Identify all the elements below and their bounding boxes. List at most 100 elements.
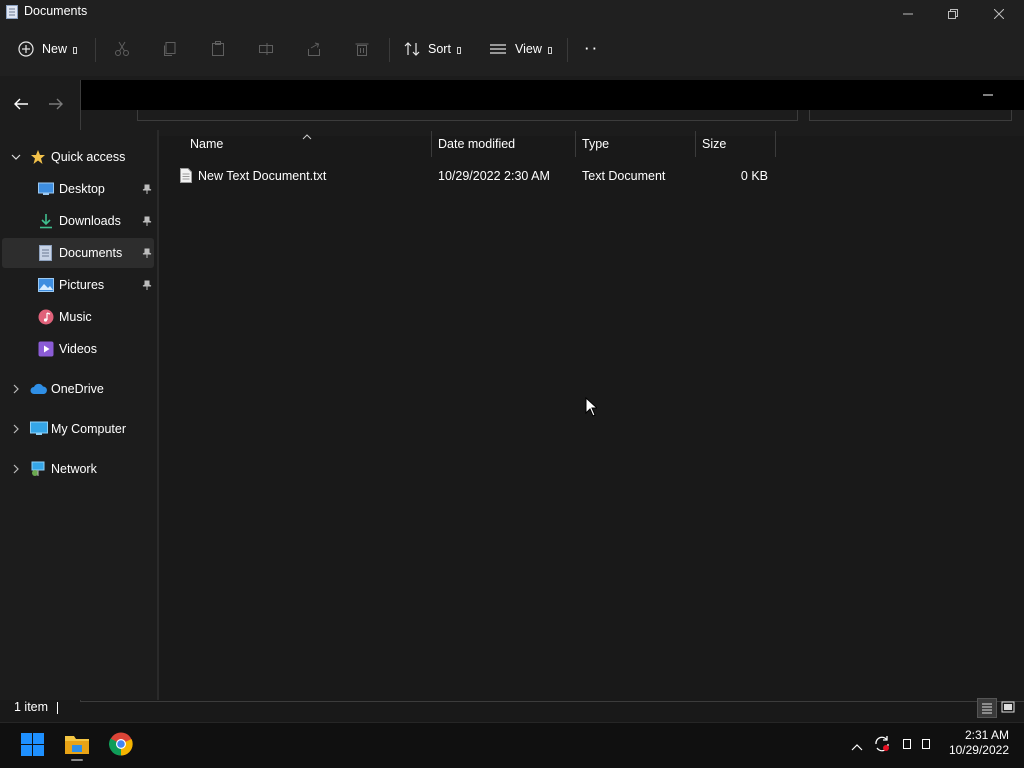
column-divider[interactable]: [775, 131, 776, 157]
close-button[interactable]: [976, 0, 1022, 28]
view-label: View: [515, 42, 542, 56]
sidebar-item-quick-access[interactable]: Quick access: [2, 142, 154, 172]
sidebar-item-my-computer[interactable]: My Computer: [2, 414, 154, 444]
sidebar-item-videos[interactable]: Videos: [2, 334, 154, 364]
column-header-type[interactable]: Type: [582, 130, 609, 158]
network-tray-icon[interactable]: [903, 739, 911, 749]
clipboard-icon: [212, 41, 224, 56]
back-arrow-icon[interactable]: [12, 95, 30, 118]
toolbar-divider: [567, 38, 568, 62]
column-header-date[interactable]: Date modified: [438, 130, 515, 158]
active-app-indicator: [71, 759, 83, 761]
column-divider[interactable]: [575, 131, 576, 157]
title-bar: [0, 0, 1024, 28]
sidebar-item-label: Videos: [59, 342, 97, 356]
chevron-right-icon: [13, 464, 19, 474]
thumbnail-view-button[interactable]: [999, 698, 1019, 718]
sidebar-item-desktop[interactable]: Desktop: [2, 174, 154, 204]
delete-button[interactable]: [354, 34, 370, 64]
clock-time: 2:31 AM: [964, 728, 1009, 742]
details-view-icon: [982, 703, 992, 714]
copy-icon: [164, 42, 176, 56]
sidebar-item-label: Network: [51, 462, 97, 476]
sidebar-item-label: My Computer: [51, 422, 127, 436]
chevron-down-icon: [73, 47, 78, 54]
sync-icon[interactable]: [873, 735, 891, 758]
sidebar-item-music[interactable]: Music: [2, 302, 154, 332]
large-icons-view-icon: [1001, 701, 1015, 713]
copy-button[interactable]: [162, 34, 178, 64]
restore-button[interactable]: [930, 0, 976, 28]
sidebar-item-pictures[interactable]: Pictures: [2, 270, 154, 300]
share-icon: [308, 42, 320, 56]
column-divider[interactable]: [695, 131, 696, 157]
sidebar-item-label: Documents: [59, 246, 123, 260]
pane-divider[interactable]: [157, 130, 159, 700]
cloud-icon: [30, 383, 47, 394]
computer-icon: [30, 421, 48, 435]
overlay-window-border: [80, 701, 1024, 702]
sidebar-item-onedrive[interactable]: OneDrive: [2, 374, 154, 404]
pin-icon: [142, 238, 152, 268]
music-icon: [38, 309, 54, 325]
minimize-button[interactable]: [885, 0, 931, 28]
paste-button[interactable]: [210, 34, 226, 64]
clock[interactable]: 2:31 AM 10/29/2022: [941, 726, 1011, 760]
documents-icon: [39, 245, 52, 261]
sort-ascending-icon: [302, 128, 312, 146]
desktop-icon: [38, 182, 54, 195]
status-divider: [57, 702, 58, 714]
chrome-taskbar-icon[interactable]: [109, 732, 133, 761]
column-divider[interactable]: [431, 131, 432, 157]
chevron-right-icon: [13, 424, 19, 434]
address-bar[interactable]: [137, 110, 798, 121]
sidebar-item-network[interactable]: Network: [2, 454, 154, 484]
sort-icon: [404, 41, 420, 57]
sidebar-item-documents[interactable]: Documents: [2, 238, 154, 268]
volume-tray-icon[interactable]: [922, 739, 930, 749]
search-box[interactable]: [809, 110, 1012, 121]
trash-icon: [355, 43, 369, 56]
sort-button[interactable]: Sort: [404, 34, 461, 64]
pictures-icon: [38, 278, 54, 292]
column-header-size[interactable]: Size: [702, 130, 726, 158]
window-title: Documents: [24, 4, 88, 18]
view-icon: [489, 42, 507, 56]
download-icon: [40, 214, 52, 229]
details-view-button[interactable]: [977, 698, 997, 718]
new-label: New: [42, 42, 68, 56]
chevron-down-icon: [456, 47, 461, 54]
sidebar-item-label: Downloads: [59, 214, 121, 228]
videos-icon: [38, 341, 54, 357]
chevron-up-icon[interactable]: [851, 739, 863, 757]
column-header-name[interactable]: Name: [190, 130, 223, 158]
forward-arrow-icon[interactable]: [47, 95, 65, 118]
sidebar-item-downloads[interactable]: Downloads: [2, 206, 154, 236]
file-name[interactable]: New Text Document.txt: [198, 163, 326, 189]
text-file-icon: [180, 168, 192, 188]
file-explorer-taskbar-icon[interactable]: [64, 733, 90, 760]
sidebar-item-label: Pictures: [59, 278, 105, 292]
overlay-minimize-button[interactable]: [982, 86, 994, 104]
rename-button[interactable]: [258, 34, 274, 64]
chevron-down-icon: [547, 47, 552, 54]
cut-button[interactable]: [114, 34, 130, 64]
view-button[interactable]: View: [489, 34, 552, 64]
new-button[interactable]: New: [18, 34, 78, 64]
file-type: Text Document: [582, 169, 666, 183]
star-icon: [31, 150, 45, 164]
more-options-button[interactable]: · ·: [585, 34, 597, 64]
scissors-icon: [115, 41, 129, 56]
rename-icon: [259, 43, 273, 55]
chevron-right-icon: [13, 384, 19, 394]
file-date-modified: 10/29/2022 2:30 AM: [438, 169, 550, 183]
sidebar-item-label: OneDrive: [51, 382, 104, 396]
status-item-count: 1 item: [14, 700, 49, 714]
taskbar: [0, 722, 1024, 768]
windows-start-icon[interactable]: [21, 733, 44, 761]
overlay-window-titlebar: [80, 80, 1024, 110]
chevron-down-icon: [11, 154, 21, 160]
pin-icon: [142, 270, 152, 300]
notepad-file-icon: [6, 5, 18, 24]
share-button[interactable]: [306, 34, 322, 64]
